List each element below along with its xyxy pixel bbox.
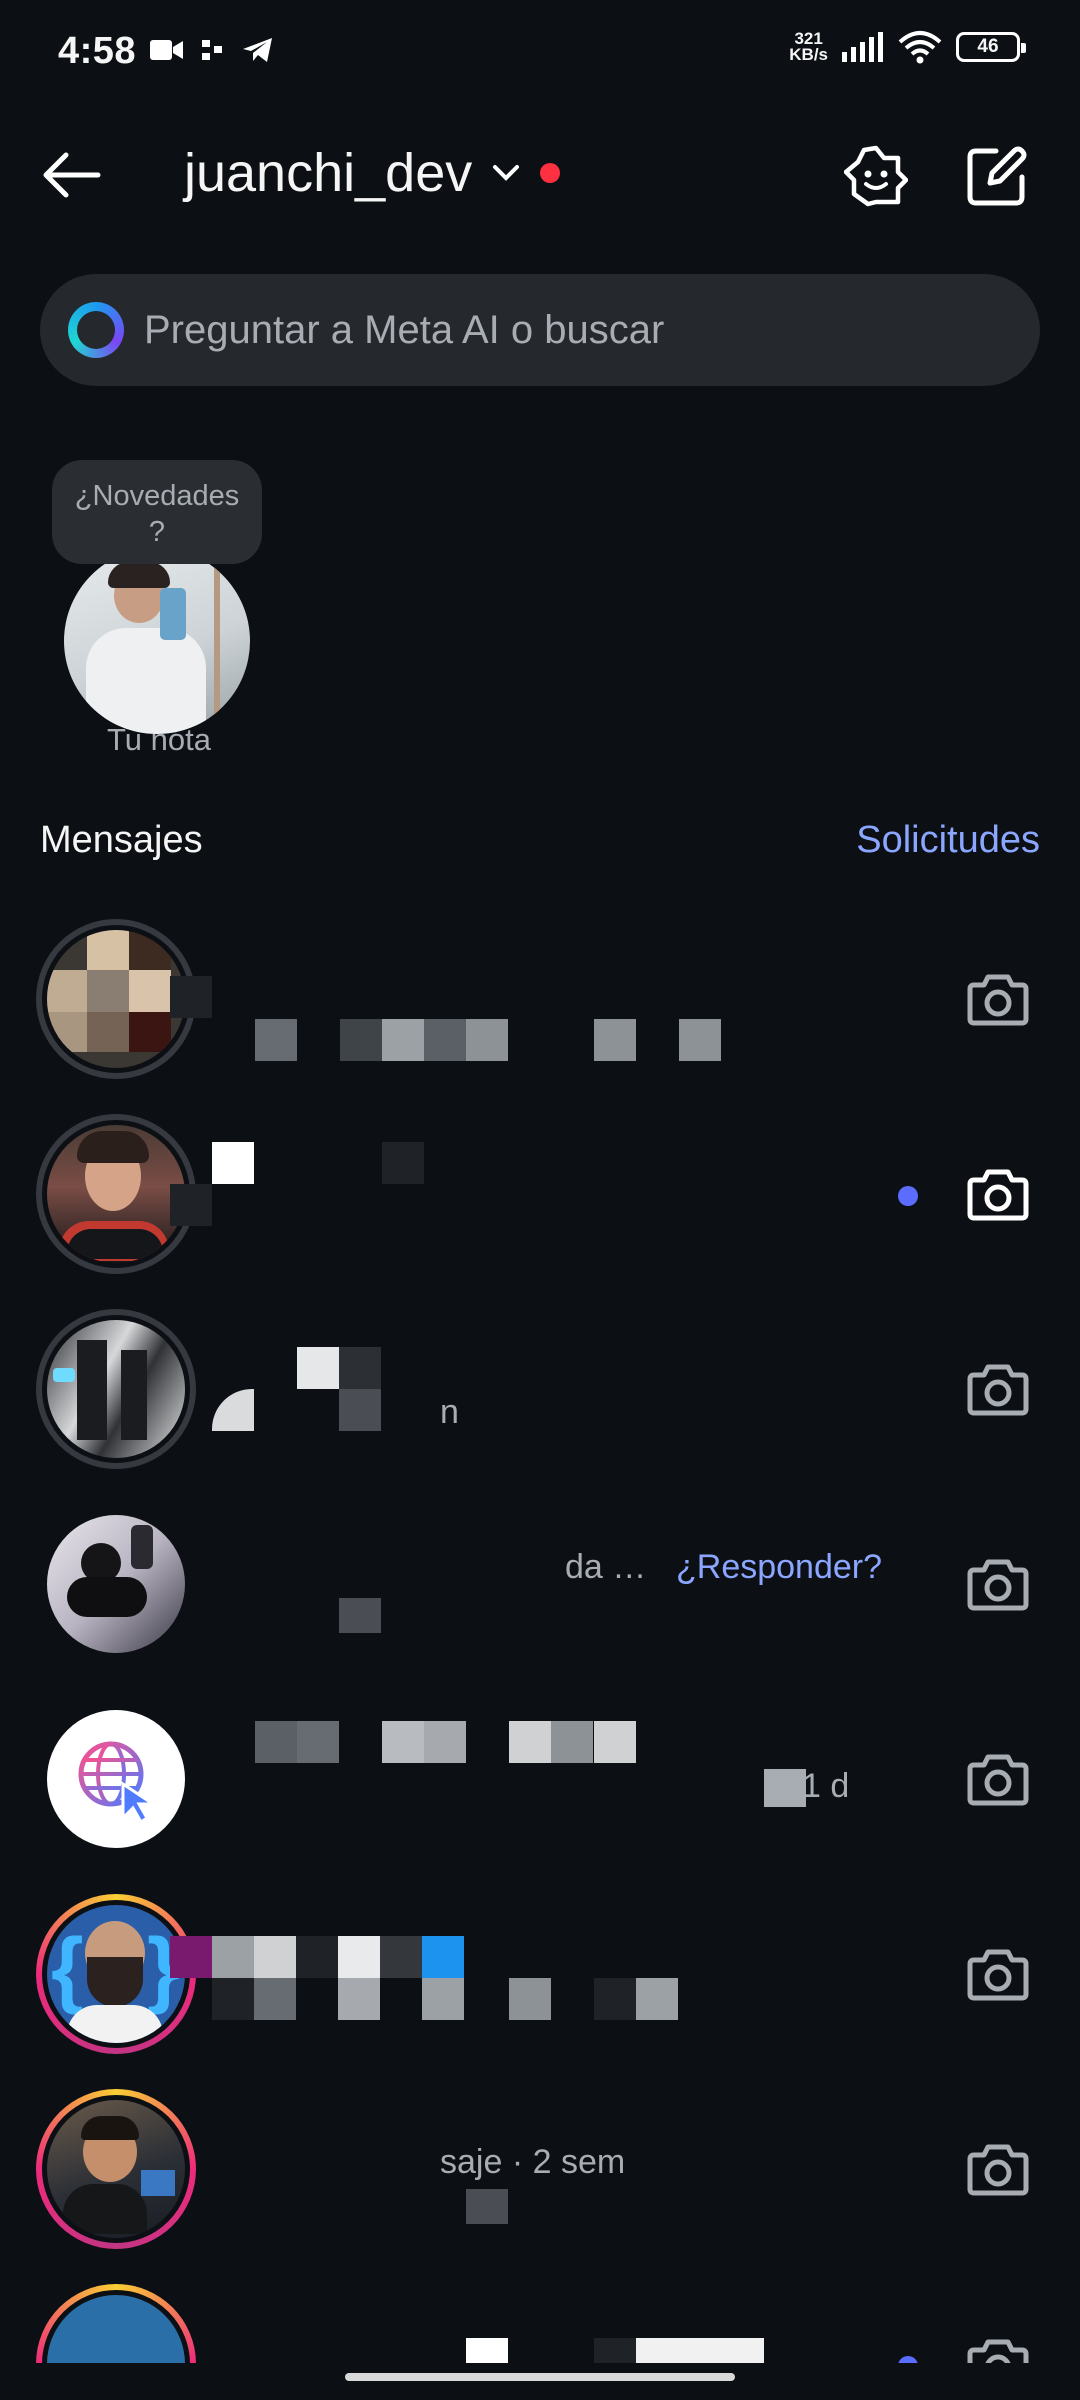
compose-icon bbox=[967, 146, 1027, 206]
meta-ai-icon bbox=[68, 302, 124, 358]
unread-indicator bbox=[898, 2356, 918, 2363]
account-username: juanchi_dev bbox=[184, 143, 473, 203]
message-preview: da … bbox=[565, 1548, 647, 1586]
redacted-name bbox=[255, 1721, 297, 1763]
avatar[interactable] bbox=[36, 1504, 196, 1664]
dots-icon bbox=[202, 40, 222, 60]
unread-indicator bbox=[898, 1186, 918, 1206]
reply-prompt[interactable]: ¿Responder? bbox=[676, 1548, 882, 1587]
search-placeholder: Preguntar a Meta AI o buscar bbox=[144, 307, 665, 352]
search-bar[interactable]: Preguntar a Meta AI o buscar bbox=[40, 274, 1040, 386]
redacted-name bbox=[170, 1936, 212, 1978]
message-preview: n bbox=[440, 1393, 459, 1431]
camera-icon[interactable] bbox=[966, 2137, 1030, 2201]
top-bar: juanchi_dev bbox=[0, 120, 1080, 230]
system-icons: 321 KB/s 46 bbox=[789, 29, 1026, 64]
camera-icon[interactable] bbox=[966, 1357, 1030, 1421]
camera-icon[interactable] bbox=[966, 1552, 1030, 1616]
battery-indicator: 46 bbox=[956, 32, 1026, 62]
avatar[interactable] bbox=[36, 1309, 196, 1469]
redacted-preview bbox=[212, 1978, 254, 2020]
redacted-preview bbox=[339, 1598, 381, 1633]
redacted-name bbox=[297, 1347, 339, 1389]
new-message-button[interactable] bbox=[957, 136, 1037, 216]
redacted-name bbox=[212, 1142, 254, 1184]
redacted-preview bbox=[466, 2189, 508, 2224]
avatar[interactable] bbox=[36, 1699, 196, 1859]
avatar[interactable] bbox=[36, 2284, 196, 2363]
conversation-row[interactable]: { } bbox=[0, 1878, 1080, 2073]
status-bar: 4:58 321 KB/s 46 bbox=[0, 0, 1080, 110]
ai-studio-icon bbox=[844, 145, 908, 207]
redacted-preview bbox=[170, 1184, 212, 1226]
redacted-name bbox=[170, 976, 212, 1018]
conversation-row[interactable]: n bbox=[0, 1293, 1080, 1488]
redacted-preview bbox=[212, 1389, 254, 1431]
conversation-row[interactable]: saje · 2 sem bbox=[0, 2073, 1080, 2268]
conversation-row[interactable]: da … ¿Responder? bbox=[0, 1488, 1080, 1683]
redacted-preview bbox=[255, 1019, 297, 1061]
signal-icon bbox=[842, 32, 883, 62]
network-speed: 321 KB/s bbox=[789, 29, 828, 64]
note-label: Tu nota bbox=[107, 722, 211, 757]
gesture-home-bar[interactable] bbox=[345, 2373, 735, 2381]
conversation-row[interactable] bbox=[0, 1098, 1080, 1293]
camera-icon[interactable] bbox=[966, 1942, 1030, 2006]
notification-icons bbox=[150, 36, 274, 64]
camera-icon[interactable] bbox=[966, 967, 1030, 1031]
camera-icon[interactable] bbox=[966, 1162, 1030, 1226]
camera-icon[interactable] bbox=[966, 2332, 1030, 2363]
live-indicator-dot bbox=[540, 163, 561, 183]
conversation-row[interactable]: 1 d bbox=[0, 1683, 1080, 1878]
back-arrow-icon bbox=[43, 152, 101, 198]
wifi-icon bbox=[898, 31, 942, 64]
message-preview: saje · 2 sem bbox=[440, 2143, 626, 2181]
status-time: 4:58 bbox=[58, 30, 137, 72]
chevron-down-icon bbox=[486, 153, 526, 193]
conversation-row[interactable] bbox=[0, 903, 1080, 1098]
ai-studio-button[interactable] bbox=[836, 136, 916, 216]
camera-icon[interactable] bbox=[966, 1747, 1030, 1811]
account-switcher[interactable]: juanchi_dev bbox=[184, 142, 561, 204]
avatar[interactable] bbox=[36, 2089, 196, 2249]
my-avatar[interactable] bbox=[64, 548, 250, 734]
conversation-list: n da … ¿Responder? 1 d {} saje · 2 sem bbox=[0, 903, 1080, 2363]
requests-link[interactable]: Solicitudes bbox=[856, 819, 1040, 862]
back-button[interactable] bbox=[36, 140, 106, 210]
messages-title: Mensajes bbox=[40, 818, 203, 861]
conversation-row[interactable] bbox=[0, 2268, 1080, 2363]
message-time: 1 d bbox=[802, 1767, 850, 1805]
video-call-icon bbox=[150, 40, 183, 60]
messages-header: Mensajes Solicitudes bbox=[40, 810, 1040, 870]
note-bubble[interactable]: ¿Novedades ? bbox=[52, 460, 262, 564]
telegram-icon bbox=[243, 38, 272, 62]
globe-cursor-icon bbox=[78, 1741, 158, 1824]
